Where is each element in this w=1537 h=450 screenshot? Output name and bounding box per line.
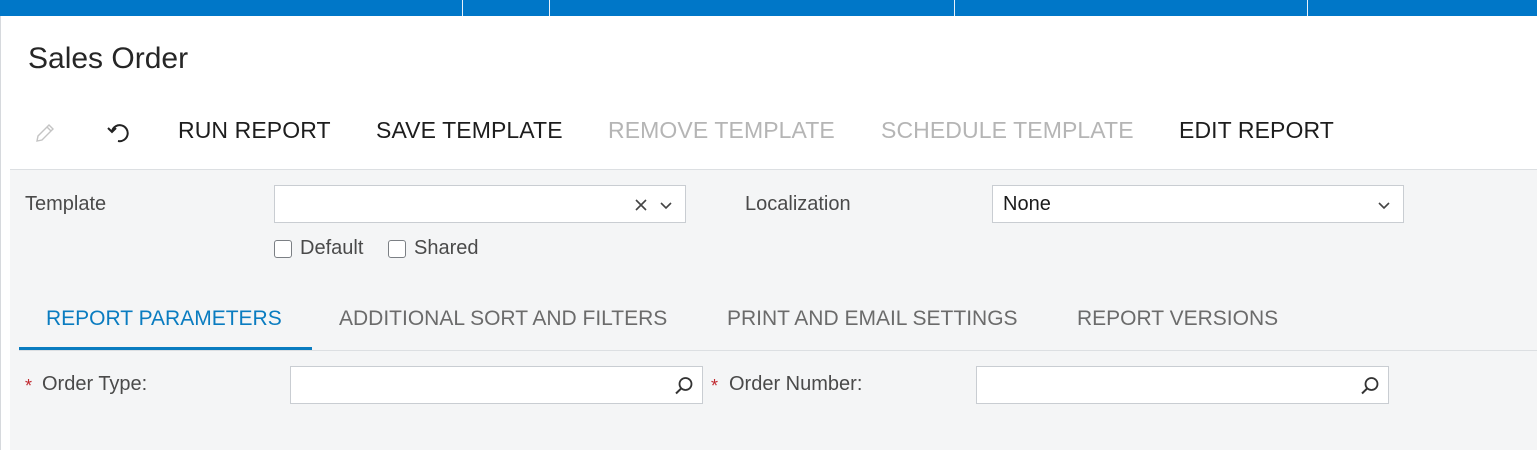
close-icon[interactable]	[631, 195, 651, 215]
tab-report-versions[interactable]: REPORT VERSIONS	[1077, 307, 1278, 331]
search-icon[interactable]	[1360, 376, 1380, 396]
toolbar: RUN REPORT SAVE TEMPLATE REMOVE TEMPLATE…	[1, 111, 1537, 151]
order-number-input[interactable]	[976, 366, 1389, 404]
topbar-divider	[549, 0, 550, 16]
pencil-icon[interactable]	[31, 119, 59, 147]
tab-report-parameters[interactable]: REPORT PARAMETERS	[46, 307, 282, 331]
edit-report-button[interactable]: EDIT REPORT	[1179, 117, 1334, 144]
report-form: Template Default Shared Localization Non…	[10, 169, 1537, 450]
top-navigation-bar	[0, 0, 1537, 16]
search-icon[interactable]	[674, 376, 694, 396]
chevron-down-icon[interactable]	[656, 195, 676, 215]
remove-template-button[interactable]: REMOVE TEMPLATE	[608, 117, 835, 144]
shared-checkbox-box[interactable]	[388, 239, 406, 258]
schedule-template-button[interactable]: SCHEDULE TEMPLATE	[881, 117, 1134, 144]
shared-checkbox[interactable]: Shared	[388, 237, 479, 260]
order-type-label: Order Type:	[42, 373, 148, 395]
required-marker: *	[25, 376, 33, 396]
order-type-input[interactable]	[290, 366, 703, 404]
page-title: Sales Order	[28, 42, 189, 75]
undo-icon[interactable]	[105, 119, 133, 147]
tab-bar: REPORT PARAMETERS ADDITIONAL SORT AND FI…	[19, 289, 1537, 351]
tab-additional-sort-and-filters[interactable]: ADDITIONAL SORT AND FILTERS	[339, 307, 667, 331]
default-checkbox-label: Default	[300, 237, 364, 259]
template-selector[interactable]	[274, 185, 686, 223]
localization-selector[interactable]: None	[992, 185, 1404, 223]
report-page: Sales Order RUN REPORT SAVE TEMPLATE REM…	[0, 16, 1537, 450]
localization-label: Localization	[745, 193, 851, 215]
chevron-down-icon[interactable]	[1374, 195, 1394, 215]
localization-value: None	[1003, 193, 1051, 215]
required-marker: *	[711, 376, 719, 396]
order-number-label: Order Number:	[729, 373, 863, 395]
shared-checkbox-label: Shared	[414, 237, 479, 259]
tab-print-and-email-settings[interactable]: PRINT AND EMAIL SETTINGS	[727, 307, 1018, 331]
save-template-button[interactable]: SAVE TEMPLATE	[376, 117, 563, 144]
run-report-button[interactable]: RUN REPORT	[178, 117, 331, 144]
active-tab-indicator	[19, 347, 312, 350]
topbar-divider	[462, 0, 463, 16]
default-checkbox[interactable]: Default	[274, 237, 363, 260]
topbar-divider	[1307, 0, 1308, 16]
template-label: Template	[25, 193, 107, 215]
default-checkbox-box[interactable]	[274, 239, 292, 258]
topbar-divider	[954, 0, 955, 16]
